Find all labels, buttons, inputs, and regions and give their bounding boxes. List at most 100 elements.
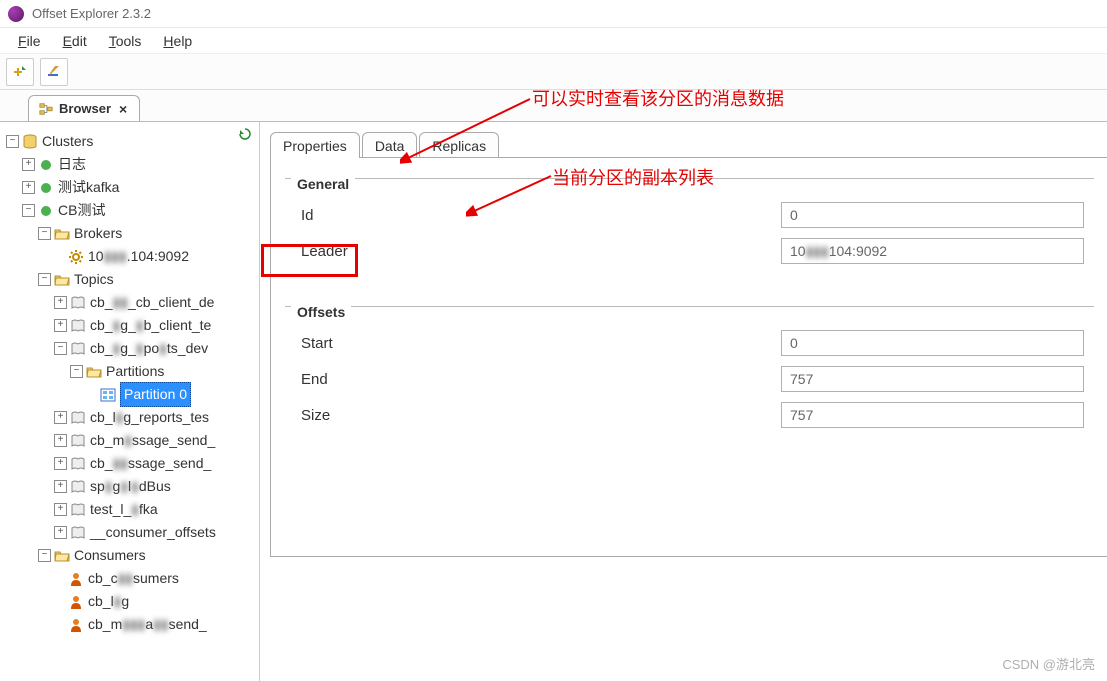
expander-icon[interactable]: +	[22, 181, 35, 194]
tree-icon	[39, 102, 53, 116]
tree-root-clusters[interactable]: − Clusters	[6, 130, 259, 153]
expander-icon[interactable]: +	[54, 503, 67, 516]
menu-edit[interactable]: Edit	[53, 31, 97, 51]
fieldset-title: Offsets	[291, 304, 351, 320]
tree-cluster-logs[interactable]: + 日志	[6, 153, 259, 176]
expander-icon[interactable]: −	[38, 227, 51, 240]
expander-icon[interactable]: +	[22, 158, 35, 171]
status-dot-icon	[38, 180, 54, 196]
folder-open-icon	[54, 226, 70, 242]
tree-topic-item[interactable]: + sp▮g▮l▮dBus	[6, 475, 259, 498]
tree-label: cb_▮g_▮b_client_te	[90, 314, 211, 337]
tree-consumer-item[interactable]: cb_m▮▮▮a▮▮send_	[6, 613, 259, 636]
tree-cluster-test-kafka[interactable]: + 测试kafka	[6, 176, 259, 199]
expander-icon[interactable]: +	[54, 526, 67, 539]
tree-topic-item[interactable]: + cb_▮g_▮b_client_te	[6, 314, 259, 337]
tree-consumers[interactable]: − Consumers	[6, 544, 259, 567]
browser-tab[interactable]: Browser ×	[28, 95, 140, 121]
tree-label: cb_c▮▮sumers	[88, 567, 179, 590]
tree-label: cb_▮▮ssage_send_	[90, 452, 211, 475]
tree-partition-0[interactable]: Partition 0	[6, 383, 259, 406]
book-icon	[70, 479, 86, 495]
expander-icon[interactable]: +	[54, 296, 67, 309]
tree-topic-item[interactable]: + cb_▮▮ssage_send_	[6, 452, 259, 475]
expander-icon[interactable]: +	[54, 434, 67, 447]
book-icon	[70, 456, 86, 472]
tree-label: Clusters	[42, 130, 93, 153]
tree-label: Topics	[74, 268, 114, 291]
tree-consumer-item[interactable]: cb_l▮g	[6, 590, 259, 613]
tree-broker-item[interactable]: 10▮▮▮.104:9092	[6, 245, 259, 268]
book-icon	[70, 295, 86, 311]
expander-icon[interactable]: −	[38, 273, 51, 286]
expander-icon[interactable]: +	[54, 457, 67, 470]
person-icon	[68, 594, 84, 610]
book-icon	[70, 410, 86, 426]
titlebar: Offset Explorer 2.3.2	[0, 0, 1107, 28]
toolbar-add-button[interactable]	[6, 58, 34, 86]
book-icon	[70, 525, 86, 541]
expander-icon[interactable]: +	[54, 319, 67, 332]
tree-label: test_l_▮fka	[90, 498, 158, 521]
tree-label: Consumers	[74, 544, 146, 567]
tree-pane: − Clusters + 日志 + 测试kafka − CB测试	[0, 122, 260, 681]
expander-icon[interactable]: −	[22, 204, 35, 217]
refresh-icon[interactable]	[237, 126, 253, 142]
person-icon	[68, 617, 84, 633]
expander-icon[interactable]: +	[54, 411, 67, 424]
tree-topic-item[interactable]: + __consumer_offsets	[6, 521, 259, 544]
tree-partitions[interactable]: − Partitions	[6, 360, 259, 383]
details-pane: Properties Data Replicas General Id 0 Le…	[260, 122, 1107, 681]
watermark: CSDN @游北亮	[1002, 654, 1095, 673]
tree-topic-item[interactable]: +cb_m▮ssage_send_	[6, 429, 259, 452]
tab-content-properties: General Id 0 Leader 10▮▮▮104:9092 Offset…	[270, 157, 1107, 557]
tree-label: cb_m▮▮▮a▮▮send_	[88, 613, 207, 636]
tabs-row: Properties Data Replicas	[270, 132, 1107, 158]
menubar: File Edit Tools Help	[0, 28, 1107, 54]
book-icon	[70, 318, 86, 334]
person-icon	[68, 571, 84, 587]
tree-consumer-item[interactable]: cb_c▮▮sumers	[6, 567, 259, 590]
book-icon	[70, 502, 86, 518]
tree-topic-item[interactable]: + test_l_▮fka	[6, 498, 259, 521]
tree-label: 10▮▮▮.104:9092	[88, 245, 189, 268]
gear-icon	[68, 249, 84, 265]
tree-cluster-cb-test[interactable]: − CB测试	[6, 199, 259, 222]
tree-topic-item[interactable]: + cb_l▮g_reports_tes	[6, 406, 259, 429]
tree-label: 测试kafka	[58, 176, 119, 199]
tree-topic-item-expanded[interactable]: −cb_▮g_▮po▮ts_dev	[6, 337, 259, 360]
menu-help[interactable]: Help	[153, 31, 202, 51]
browser-tab-label: Browser	[59, 101, 111, 116]
expander-icon[interactable]: −	[70, 365, 83, 378]
fieldset-general: General Id 0 Leader 10▮▮▮104:9092	[285, 170, 1094, 284]
partition-icon	[100, 387, 116, 403]
tree-label: cb_l▮g_reports_tes	[90, 406, 209, 429]
tree-label-selected: Partition 0	[120, 382, 191, 407]
tree-brokers[interactable]: − Brokers	[6, 222, 259, 245]
toolbar	[0, 54, 1107, 90]
fieldset-title: General	[291, 176, 355, 192]
arrow-icon	[400, 95, 540, 165]
toolbar-edit-button[interactable]	[40, 58, 68, 86]
expander-icon[interactable]: −	[54, 342, 67, 355]
folder-open-icon	[86, 364, 102, 380]
browser-tab-close[interactable]: ×	[117, 101, 129, 117]
expander-icon[interactable]: +	[54, 480, 67, 493]
tree-label: __consumer_offsets	[90, 521, 216, 544]
folder-open-icon	[54, 548, 70, 564]
tree-topics[interactable]: − Topics	[6, 268, 259, 291]
tree-topic-item[interactable]: + cb_▮▮_cb_client_de	[6, 291, 259, 314]
menu-file[interactable]: File	[8, 31, 51, 51]
tree-label: sp▮g▮l▮dBus	[90, 475, 171, 498]
status-dot-icon	[38, 203, 54, 219]
status-dot-icon	[38, 157, 54, 173]
tree-label: CB测试	[58, 199, 105, 222]
tab-properties[interactable]: Properties	[270, 132, 360, 158]
expander-icon[interactable]: −	[6, 135, 19, 148]
database-icon	[22, 134, 38, 150]
tree-label: cb_▮▮_cb_client_de	[90, 291, 214, 314]
expander-icon[interactable]: −	[38, 549, 51, 562]
tree-label: 日志	[58, 153, 86, 176]
tree-label: Partitions	[106, 360, 164, 383]
menu-tools[interactable]: Tools	[99, 31, 152, 51]
